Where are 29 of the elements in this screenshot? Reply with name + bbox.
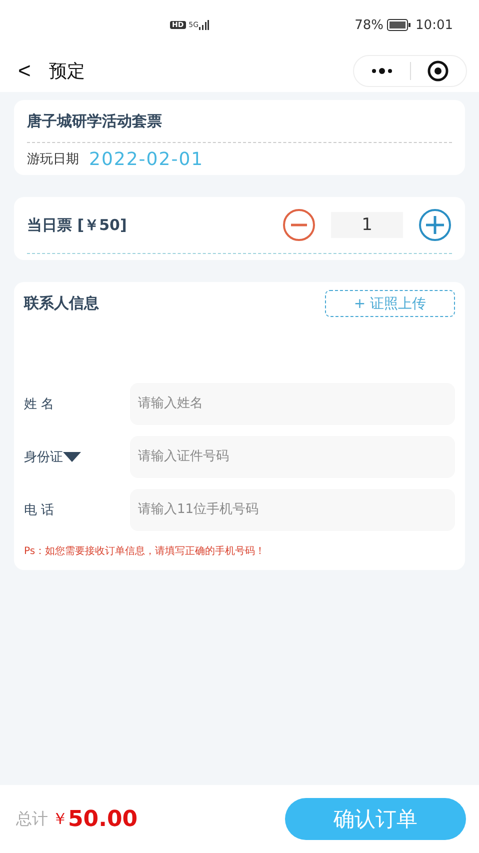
battery-percent: 78% bbox=[354, 18, 384, 32]
contact-title: 联系人信息 bbox=[24, 294, 99, 313]
minus-button[interactable] bbox=[282, 208, 316, 242]
plus-icon bbox=[418, 208, 452, 242]
dropdown-icon[interactable] bbox=[63, 452, 81, 462]
back-button[interactable]: < bbox=[18, 58, 31, 84]
minus-icon bbox=[282, 208, 316, 242]
ticket-price-label: 当日票 [￥50] bbox=[27, 216, 127, 234]
visit-date: 2022-02-01 bbox=[89, 148, 204, 170]
field-label: 姓 名 bbox=[24, 396, 54, 412]
total-label: 总计 bbox=[16, 808, 48, 830]
total-amount: 50.00 bbox=[68, 806, 138, 832]
more-icon bbox=[370, 68, 393, 74]
target-icon bbox=[427, 60, 450, 82]
phone-note: Ps：如您需要接收订单信息，请填写正确的手机号码！ bbox=[24, 544, 266, 559]
battery-icon bbox=[386, 19, 411, 31]
field-label: 身份证 bbox=[24, 448, 63, 466]
quantity-value[interactable]: 1 bbox=[331, 212, 403, 238]
currency-sign: ￥ bbox=[52, 808, 68, 830]
input-field[interactable]: 请输入证件号码 bbox=[130, 436, 455, 478]
ticket-name: 唐子城研学活动套票 bbox=[27, 112, 162, 130]
plus-button[interactable] bbox=[418, 208, 452, 242]
clock: 10:01 bbox=[416, 18, 453, 32]
signal-icon bbox=[198, 20, 209, 30]
date-label: 游玩日期 bbox=[27, 151, 79, 168]
input-field[interactable]: 请输入11位手机号码 bbox=[130, 488, 455, 530]
input-field[interactable]: 请输入姓名 bbox=[130, 382, 455, 424]
field-label: 电 话 bbox=[24, 502, 54, 518]
page-title: 预定 bbox=[48, 60, 85, 83]
